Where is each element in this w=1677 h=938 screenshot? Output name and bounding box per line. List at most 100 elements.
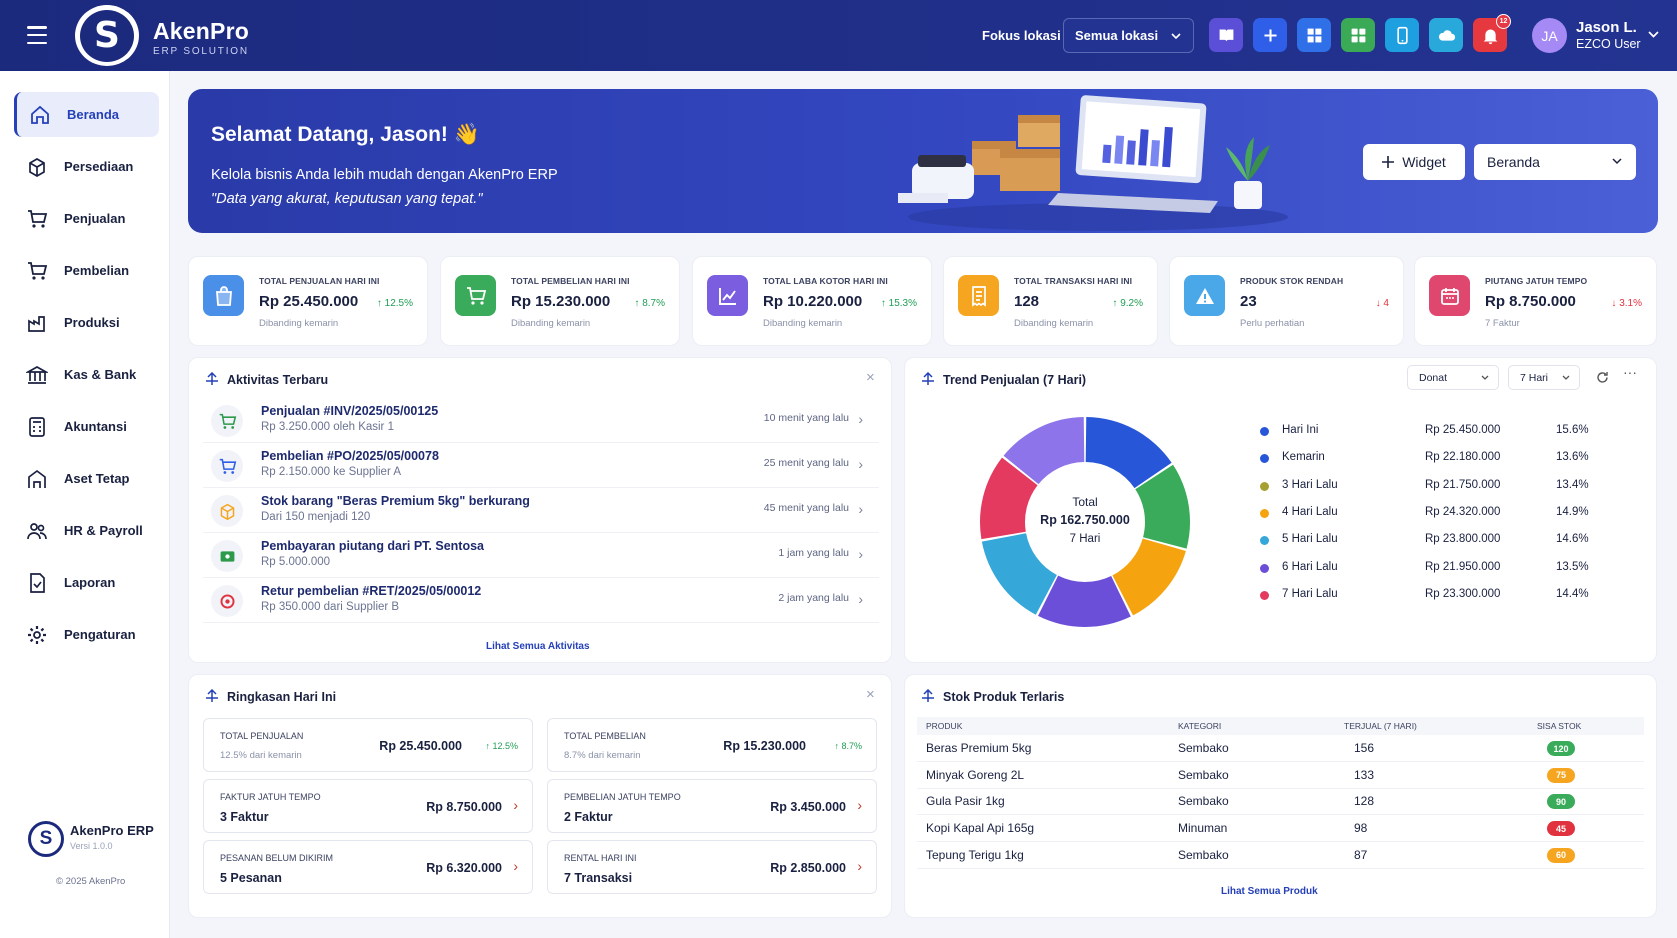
summary-item[interactable]: PEMBELIAN JATUH TEMPO 2 Faktur Rp 3.450.0…	[547, 779, 877, 833]
legend-item[interactable]: 3 Hari Lalu Rp 21.750.000 13.4%	[1260, 479, 1620, 495]
sidebar-item-label: Persediaan	[64, 159, 134, 174]
grid-icon	[1305, 26, 1324, 45]
mobile-button[interactable]	[1385, 18, 1419, 52]
bell-button[interactable]: 12	[1473, 14, 1511, 52]
legend-percent: 14.4%	[1556, 587, 1589, 600]
legend-percent: 13.6%	[1556, 451, 1589, 464]
kpi-card[interactable]: PRODUK STOK RENDAH 23 ↓ 4 Perlu perhatia…	[1169, 256, 1404, 346]
sidebar-item-beranda[interactable]: Beranda	[14, 92, 159, 137]
product-name: Tepung Terigu 1kg	[926, 847, 1024, 862]
sidebar-item-pengaturan[interactable]: Pengaturan	[14, 612, 159, 657]
activity-item[interactable]: Retur pembelian #RET/2025/05/00012 Rp 35…	[203, 580, 879, 623]
menu-icon[interactable]	[27, 26, 47, 44]
plus-button[interactable]	[1253, 18, 1287, 52]
widget-drag-icon[interactable]	[921, 372, 935, 386]
view-all-activity-link[interactable]: Lihat Semua Aktivitas	[486, 641, 590, 652]
widget-drag-icon[interactable]	[921, 689, 935, 703]
sales-trend-title: Trend Penjualan (7 Hari)	[943, 373, 1087, 387]
sidebar-item-hr-payroll[interactable]: HR & Payroll	[14, 508, 159, 553]
summary-item[interactable]: TOTAL PEMBELIAN 8.7% dari kemarin Rp 15.2…	[547, 718, 877, 772]
kpi-change: ↑ 15.3%	[880, 298, 917, 309]
activity-item[interactable]: Pembelian #PO/2025/05/00078 Rp 2.150.000…	[203, 445, 879, 488]
legend-item[interactable]: 6 Hari Lalu Rp 21.950.000 13.5%	[1260, 561, 1620, 577]
legend-item[interactable]: Hari Ini Rp 25.450.000 15.6%	[1260, 424, 1620, 440]
table-row[interactable]: Minyak Goreng 2L Sembako 133 75	[917, 762, 1644, 789]
add-widget-button[interactable]: Widget	[1363, 144, 1465, 180]
table-row[interactable]: Beras Premium 5kg Sembako 156 120	[917, 735, 1644, 762]
summary-item[interactable]: FAKTUR JATUH TEMPO 3 Faktur Rp 8.750.000 …	[203, 779, 533, 833]
sidebar-item-kas-bank[interactable]: Kas & Bank	[14, 352, 159, 397]
chart-type-select[interactable]: Donat	[1407, 365, 1499, 390]
cart-icon	[26, 260, 48, 282]
chevron-right-icon: ›	[858, 501, 863, 517]
dashboard-select-value: Beranda	[1487, 154, 1540, 170]
activity-time: 1 jam yang lalu	[778, 547, 849, 559]
avatar[interactable]: JA	[1532, 18, 1567, 53]
widget-drag-icon[interactable]	[205, 689, 219, 703]
kpi-note: Dibanding kemarin	[511, 318, 591, 329]
sidebar-item-akuntansi[interactable]: Akuntansi	[14, 404, 159, 449]
user-name[interactable]: Jason L.	[1576, 19, 1637, 36]
legend-name: 6 Hari Lalu	[1282, 560, 1338, 573]
range-select[interactable]: 7 Hari	[1508, 365, 1580, 390]
kpi-label: PIUTANG JATUH TEMPO	[1485, 276, 1588, 286]
top-bar: S AkenPro ERP SOLUTION Fokus lokasi Semu…	[0, 0, 1677, 71]
table-row[interactable]: Kopi Kapal Api 165g Minuman 98 45	[917, 815, 1644, 843]
book-icon	[1217, 26, 1236, 45]
book-button[interactable]	[1209, 18, 1243, 52]
legend-swatch	[1260, 481, 1269, 491]
factory-icon	[26, 312, 48, 334]
sidebar-item-produksi[interactable]: Produksi	[14, 300, 159, 345]
kpi-card[interactable]: TOTAL TRANSAKSI HARI INI 128 ↑ 9.2% Diba…	[943, 256, 1158, 346]
activity-subtitle: Rp 350.000 dari Supplier B	[261, 601, 400, 613]
legend-item[interactable]: 5 Hari Lalu Rp 23.800.000 14.6%	[1260, 533, 1620, 549]
sidebar-item-pembelian[interactable]: Pembelian	[14, 248, 159, 293]
activity-item[interactable]: Penjualan #INV/2025/05/00125 Rp 3.250.00…	[203, 400, 879, 443]
legend-value: Rp 24.320.000	[1425, 505, 1501, 518]
stock-badge: 90	[1547, 794, 1575, 810]
kpi-card[interactable]: TOTAL PENJUALAN HARI INI Rp 25.450.000 ↑…	[188, 256, 428, 346]
close-icon[interactable]: ×	[866, 686, 875, 703]
summary-item[interactable]: RENTAL HARI INI 7 Transaksi Rp 2.850.000 …	[547, 840, 877, 894]
sidebar-item-laporan[interactable]: Laporan	[14, 560, 159, 605]
refresh-icon[interactable]	[1596, 371, 1609, 384]
legend-item[interactable]: 4 Hari Lalu Rp 24.320.000 14.9%	[1260, 506, 1620, 522]
summary-count: 2 Faktur	[564, 810, 613, 824]
activity-item[interactable]: Pembayaran piutang dari PT. Sentosa Rp 5…	[203, 535, 879, 578]
people-icon	[26, 520, 48, 542]
more-icon[interactable]: ···	[1623, 364, 1637, 380]
summary-item[interactable]: TOTAL PENJUALAN 12.5% dari kemarin Rp 25.…	[203, 718, 533, 772]
sidebar-item-label: Aset Tetap	[64, 471, 130, 486]
app-logo[interactable]: S	[75, 5, 139, 66]
view-all-products-link[interactable]: Lihat Semua Produk	[1221, 886, 1318, 897]
location-select[interactable]: Semua lokasi	[1063, 18, 1194, 53]
col-product: PRODUK	[926, 721, 963, 731]
legend-item[interactable]: Kemarin Rp 22.180.000 13.6%	[1260, 451, 1620, 467]
kpi-card[interactable]: TOTAL LABA KOTOR HARI INI Rp 10.220.000 …	[692, 256, 932, 346]
legend-percent: 14.6%	[1556, 533, 1589, 546]
dashboard-select[interactable]: Beranda	[1474, 144, 1636, 180]
top-stock-title: Stok Produk Terlaris	[943, 690, 1065, 704]
chevron-down-icon[interactable]	[1648, 31, 1659, 38]
grid-button[interactable]	[1297, 18, 1331, 52]
kpi-card[interactable]: TOTAL PEMBELIAN HARI INI Rp 15.230.000 ↑…	[440, 256, 680, 346]
sidebar-item-penjualan[interactable]: Penjualan	[14, 196, 159, 241]
kpi-card[interactable]: PIUTANG JATUH TEMPO Rp 8.750.000 ↓ 3.1% …	[1414, 256, 1657, 346]
summary-subtext: 8.7% dari kemarin	[564, 750, 641, 761]
cloud-button[interactable]	[1429, 18, 1463, 52]
product-category: Sembako	[1178, 767, 1229, 782]
summary-item[interactable]: PESANAN BELUM DIKIRIM 5 Pesanan Rp 6.320.…	[203, 840, 533, 894]
widget-drag-icon[interactable]	[205, 372, 219, 386]
table-row[interactable]: Gula Pasir 1kg Sembako 128 90	[917, 788, 1644, 816]
legend-name: Hari Ini	[1282, 424, 1319, 436]
donut-center-value: Rp 162.750.000	[1040, 513, 1130, 527]
close-icon[interactable]: ×	[866, 369, 875, 386]
chart-icon	[707, 275, 748, 316]
table-row[interactable]: Tepung Terigu 1kg Sembako 87 60	[917, 842, 1644, 869]
apps-button[interactable]	[1341, 18, 1375, 52]
sidebar-item-aset-tetap[interactable]: Aset Tetap	[14, 456, 159, 501]
legend-item[interactable]: 7 Hari Lalu Rp 23.300.000 14.4%	[1260, 588, 1620, 604]
chevron-down-icon	[1562, 375, 1570, 380]
sidebar-item-persediaan[interactable]: Persediaan	[14, 144, 159, 189]
activity-item[interactable]: Stok barang "Beras Premium 5kg" berkuran…	[203, 490, 879, 533]
